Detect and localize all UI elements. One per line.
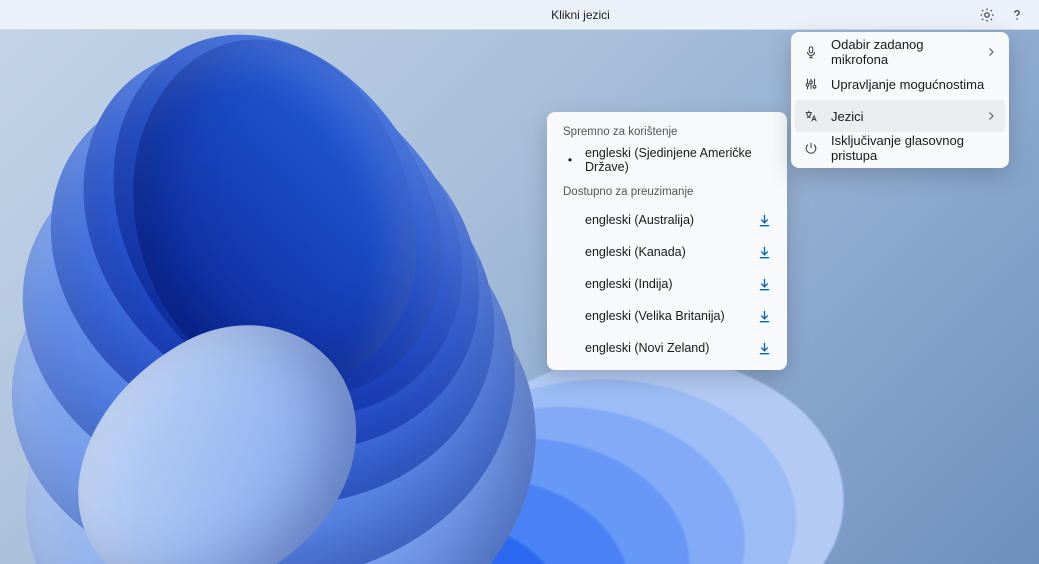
languages-panel: Spremno za korištenje • engleski (Sjedin… bbox=[547, 112, 787, 370]
download-icon[interactable] bbox=[755, 339, 773, 357]
menu-item-label: Isključivanje glasovnog pristupa bbox=[831, 133, 997, 163]
power-icon bbox=[803, 140, 819, 156]
available-section-header: Dostupno za preuzimanje bbox=[551, 182, 783, 204]
gear-icon bbox=[979, 7, 995, 23]
download-icon[interactable] bbox=[755, 275, 773, 293]
language-item-download[interactable]: engleski (Novi Zeland) bbox=[551, 332, 783, 364]
help-button[interactable] bbox=[1003, 3, 1031, 27]
language-label: engleski (Indija) bbox=[585, 277, 745, 291]
language-item-download[interactable]: engleski (Kanada) bbox=[551, 236, 783, 268]
microphone-icon bbox=[803, 44, 819, 60]
language-label: engleski (Velika Britanija) bbox=[585, 309, 745, 323]
language-item-download[interactable]: engleski (Indija) bbox=[551, 268, 783, 300]
language-item-download[interactable]: engleski (Velika Britanija) bbox=[551, 300, 783, 332]
sliders-icon bbox=[803, 76, 819, 92]
help-icon bbox=[1009, 7, 1025, 23]
language-label: engleski (Kanada) bbox=[585, 245, 745, 259]
menu-item-label: Upravljanje mogućnostima bbox=[831, 77, 997, 92]
menu-item-label: Odabir zadanog mikrofona bbox=[831, 37, 973, 67]
language-label: engleski (Novi Zeland) bbox=[585, 341, 745, 355]
topbar-actions bbox=[973, 3, 1031, 27]
menu-item-turnoff[interactable]: Isključivanje glasovnog pristupa bbox=[795, 132, 1005, 164]
settings-menu: Odabir zadanog mikrofona Upravljanje mog… bbox=[791, 32, 1009, 168]
download-icon[interactable] bbox=[755, 211, 773, 229]
language-icon bbox=[803, 108, 819, 124]
settings-button[interactable] bbox=[973, 3, 1001, 27]
download-icon[interactable] bbox=[755, 307, 773, 325]
menu-item-label: Jezici bbox=[831, 109, 973, 124]
language-item-download[interactable]: engleski (Australija) bbox=[551, 204, 783, 236]
language-item-ready[interactable]: • engleski (Sjedinjene Američke Države) bbox=[551, 144, 783, 176]
download-icon[interactable] bbox=[755, 243, 773, 261]
chevron-right-icon bbox=[985, 47, 997, 57]
selected-bullet-icon: • bbox=[565, 153, 575, 167]
menu-item-capabilities[interactable]: Upravljanje mogućnostima bbox=[795, 68, 1005, 100]
ready-section-header: Spremno za korištenje bbox=[551, 122, 783, 144]
voice-access-topbar: Klikni jezici bbox=[0, 0, 1039, 30]
menu-item-languages[interactable]: Jezici bbox=[795, 100, 1005, 132]
menu-item-microphone[interactable]: Odabir zadanog mikrofona bbox=[795, 36, 1005, 68]
topbar-title: Klikni jezici bbox=[8, 8, 973, 22]
language-label: engleski (Sjedinjene Američke Države) bbox=[585, 146, 773, 174]
language-label: engleski (Australija) bbox=[585, 213, 745, 227]
chevron-right-icon bbox=[985, 111, 997, 121]
